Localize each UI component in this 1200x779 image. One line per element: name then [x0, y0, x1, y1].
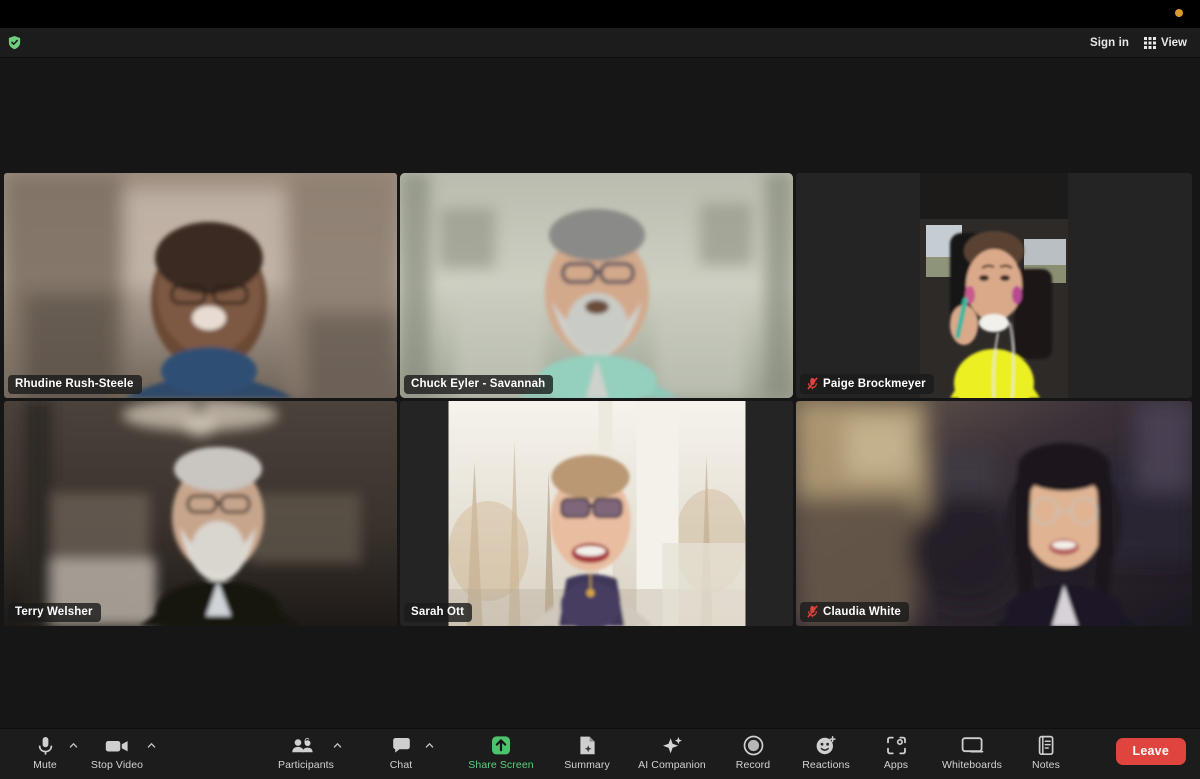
window-title-bar: [0, 0, 1200, 28]
participant-name-badge: Rhudine Rush-Steele: [8, 375, 142, 394]
notes-icon: [1037, 735, 1055, 756]
participants-label: Participants: [277, 759, 335, 771]
participant-name-badge: Claudia White: [800, 602, 909, 622]
participant-name: Rhudine Rush-Steele: [15, 378, 134, 390]
mute-button[interactable]: Mute: [18, 729, 78, 779]
participant-video: [796, 401, 1192, 626]
video-stage: Rhudine Rush-Steele Chuck Eyler - Savann…: [0, 58, 1200, 728]
participant-name: Claudia White: [823, 605, 901, 618]
summary-doc-icon: [578, 735, 597, 756]
reactions-label: Reactions: [802, 759, 850, 771]
reactions-button[interactable]: Reactions: [794, 729, 858, 779]
smiley-plus-icon: [815, 735, 837, 756]
apps-label: Apps: [883, 759, 909, 771]
record-button[interactable]: Record: [726, 729, 780, 779]
participant-tile[interactable]: Paige Brockmeyer: [796, 173, 1192, 398]
chevron-up-icon[interactable]: [147, 741, 156, 750]
chevron-up-icon[interactable]: [333, 741, 342, 750]
stop-video-button[interactable]: Stop Video: [84, 729, 156, 779]
notes-button[interactable]: Notes: [1022, 729, 1070, 779]
muted-mic-icon: [807, 605, 818, 618]
apps-frame-icon: [886, 735, 907, 756]
participant-name-badge: Chuck Eyler - Savannah: [404, 375, 554, 394]
participant-video: [448, 401, 745, 626]
stop-video-label: Stop Video: [90, 759, 144, 771]
ai-companion-label: AI Companion: [638, 759, 706, 771]
participant-name: Chuck Eyler - Savannah: [411, 378, 546, 390]
apps-button[interactable]: Apps: [872, 729, 920, 779]
participant-name-badge: Paige Brockmeyer: [800, 374, 934, 394]
mute-label: Mute: [33, 759, 57, 771]
participants-button[interactable]: 6 Participants: [272, 729, 342, 779]
summary-label: Summary: [564, 759, 610, 771]
shield-check-icon[interactable]: [0, 35, 22, 50]
view-layout-button[interactable]: View: [1144, 36, 1187, 49]
record-label: Record: [735, 759, 771, 771]
participants-count: 6: [304, 736, 310, 748]
zoom-meeting-window: Sign in View Rhudine Rush-Steele Chuck E…: [0, 0, 1200, 779]
recording-indicator-dot: [1175, 9, 1183, 17]
participant-name-badge: Sarah Ott: [404, 603, 473, 622]
record-circle-icon: [743, 735, 764, 756]
participant-tile[interactable]: Sarah Ott: [400, 401, 793, 626]
chevron-up-icon[interactable]: [69, 741, 78, 750]
participant-grid: Rhudine Rush-Steele Chuck Eyler - Savann…: [4, 173, 1196, 630]
participant-video: [4, 401, 397, 626]
chat-button[interactable]: Chat: [374, 729, 434, 779]
participant-tile[interactable]: Terry Welsher: [4, 401, 397, 626]
share-screen-button[interactable]: Share Screen: [464, 729, 538, 779]
view-label: View: [1161, 36, 1187, 49]
participant-video: [400, 173, 793, 398]
camera-icon: [105, 735, 129, 756]
muted-mic-icon: [807, 377, 818, 390]
participant-name-badge: Terry Welsher: [8, 603, 101, 622]
participant-tile[interactable]: Rhudine Rush-Steele: [4, 173, 397, 398]
whiteboards-label: Whiteboards: [941, 759, 1003, 771]
participant-video: [4, 173, 397, 398]
participant-name: Paige Brockmeyer: [823, 377, 926, 390]
participant-name: Sarah Ott: [411, 606, 465, 618]
whiteboards-button[interactable]: Whiteboards: [934, 729, 1010, 779]
ai-companion-button[interactable]: AI Companion: [632, 729, 712, 779]
sparkle-icon: [662, 735, 683, 756]
participant-tile-active-speaker[interactable]: Chuck Eyler - Savannah: [400, 173, 793, 398]
share-screen-icon: [489, 735, 513, 756]
participant-name: Terry Welsher: [15, 606, 93, 618]
chat-bubble-icon: [392, 735, 411, 756]
participant-tile[interactable]: Claudia White: [796, 401, 1192, 626]
summary-button[interactable]: Summary: [558, 729, 616, 779]
participant-video: [920, 173, 1068, 398]
leave-button[interactable]: Leave: [1115, 738, 1186, 765]
meeting-controls-toolbar: Mute Stop Video 6 Participants Chat Shar…: [0, 728, 1200, 779]
chat-label: Chat: [389, 759, 413, 771]
sign-in-button[interactable]: Sign in: [1090, 37, 1129, 49]
share-screen-label: Share Screen: [468, 759, 534, 771]
chevron-up-icon[interactable]: [425, 741, 434, 750]
whiteboard-icon: [961, 735, 984, 756]
grid-view-icon: [1144, 36, 1156, 49]
meeting-header-bar: Sign in View: [0, 28, 1200, 58]
microphone-icon: [37, 735, 54, 756]
notes-label: Notes: [1032, 759, 1060, 771]
